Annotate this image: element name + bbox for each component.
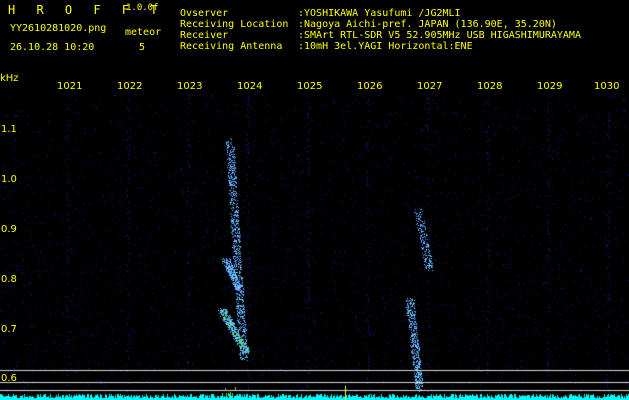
info-location: Receiving Location :Nagoya Aichi-pref. JA… xyxy=(180,19,557,30)
y-tick-label: 0.6 xyxy=(1,373,17,384)
x-tick-label: 1029 xyxy=(537,81,563,92)
info-value: :YOSHIKAWA Yasufumi /JG2MLI xyxy=(298,8,461,19)
filename-label: YY2610281020.png xyxy=(10,23,107,34)
y-axis-unit: kHz xyxy=(0,73,19,84)
y-tick-label: 1.0 xyxy=(1,174,17,185)
info-key: Receiver xyxy=(180,30,229,41)
x-tick-label: 1023 xyxy=(177,81,203,92)
info-key: Receiving Antenna xyxy=(180,41,283,52)
spectrogram-canvas xyxy=(0,0,629,400)
x-tick-label: 1022 xyxy=(117,81,143,92)
x-tick-label: 1026 xyxy=(357,81,383,92)
info-value: :Nagoya Aichi-pref. JAPAN (136.90E, 35.2… xyxy=(298,19,557,30)
info-observer: Ovserver :YOSHIKAWA Yasufumi /JG2MLI xyxy=(180,8,461,19)
meteor-count: 5 xyxy=(139,42,146,53)
x-tick-label: 1025 xyxy=(297,81,323,92)
info-key: Receiving Location xyxy=(180,19,289,30)
info-antenna: Receiving Antenna :10mH 3el.YAGI Horizont… xyxy=(180,41,473,52)
version-label: 1.0.0f xyxy=(126,3,159,13)
info-value: :SMArt RTL-SDR V5 52.905MHz USB HIGASHIM… xyxy=(298,30,581,41)
info-value: :10mH 3el.YAGI Horizontal:ENE xyxy=(298,41,473,52)
y-tick-label: 0.8 xyxy=(1,274,17,285)
info-receiver: Receiver :SMArt RTL-SDR V5 52.905MHz USB … xyxy=(180,30,581,41)
x-tick-label: 1028 xyxy=(477,81,503,92)
meteor-label: meteor xyxy=(125,27,162,38)
x-tick-label: 1024 xyxy=(237,81,263,92)
x-tick-label: 1027 xyxy=(417,81,443,92)
info-key: Ovserver xyxy=(180,8,229,19)
x-tick-label: 1030 xyxy=(594,81,620,92)
y-tick-label: 0.7 xyxy=(1,324,17,335)
y-tick-label: 1.1 xyxy=(1,124,17,135)
y-tick-label: 0.9 xyxy=(1,224,17,235)
timestamp-label: 26.10.28 10:20 xyxy=(10,42,95,53)
x-tick-label: 1021 xyxy=(57,81,83,92)
